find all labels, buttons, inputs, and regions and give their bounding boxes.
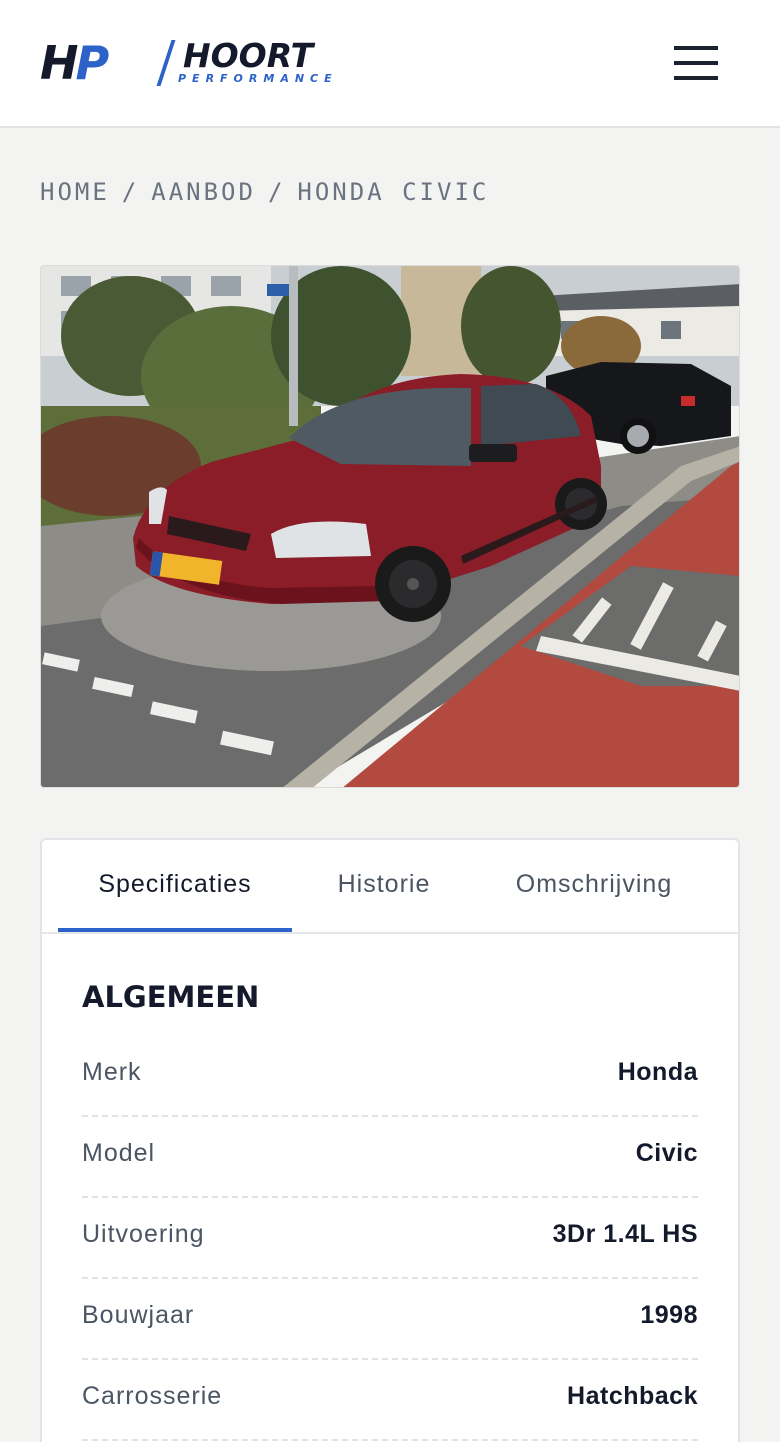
tab-historie[interactable]: Historie [304, 840, 464, 932]
spec-label: Carrosserie [82, 1382, 223, 1410]
site-header: HP HOORT PERFORMANCE [0, 0, 780, 128]
spec-value: Civic [635, 1139, 698, 1167]
breadcrumb-aanbod[interactable]: AANBOD [151, 178, 256, 206]
logo-name: HOORT [183, 36, 314, 75]
tab-omschrijving[interactable]: Omschrijving [478, 840, 710, 932]
logo-slash [156, 40, 176, 86]
red-hatchback-car-photo [41, 266, 739, 787]
breadcrumb: HOME / AANBOD / HONDA CIVIC [40, 178, 489, 206]
breadcrumb-separator: / [121, 178, 140, 206]
breadcrumb-separator: / [267, 178, 286, 206]
tab-bar: Specificaties Historie Omschrijving [42, 840, 738, 934]
tab-specificaties[interactable]: Specificaties [58, 840, 292, 932]
spec-row-carrosserie: Carrosserie Hatchback [82, 1360, 698, 1441]
spec-label: Uitvoering [82, 1220, 205, 1248]
hoort-performance-logo[interactable]: HP HOORT PERFORMANCE [40, 38, 385, 90]
logo-mark: HP [40, 36, 109, 90]
spec-value: Hatchback [567, 1382, 698, 1410]
spec-value: 3Dr 1.4L HS [552, 1220, 698, 1248]
spec-row-merk: Merk Honda [82, 1036, 698, 1117]
breadcrumb-current: HONDA CIVIC [297, 178, 490, 206]
logo-tagline: PERFORMANCE [178, 72, 338, 85]
hamburger-menu-icon[interactable] [672, 44, 720, 84]
spec-row-uitvoering: Uitvoering 3Dr 1.4L HS [82, 1198, 698, 1279]
spec-label: Merk [82, 1058, 142, 1086]
spec-row-bouwjaar: Bouwjaar 1998 [82, 1279, 698, 1360]
spec-label: Model [82, 1139, 156, 1167]
breadcrumb-home[interactable]: HOME [40, 178, 110, 206]
car-photo[interactable] [40, 265, 740, 788]
vehicle-details-card: Specificaties Historie Omschrijving ALGE… [40, 838, 740, 1442]
spec-label: Bouwjaar [82, 1301, 195, 1329]
spec-value: Honda [617, 1058, 698, 1086]
section-title: ALGEMEEN [82, 980, 260, 1014]
spec-value: 1998 [640, 1301, 698, 1329]
active-tab-indicator [58, 928, 292, 932]
spec-row-model: Model Civic [82, 1117, 698, 1198]
